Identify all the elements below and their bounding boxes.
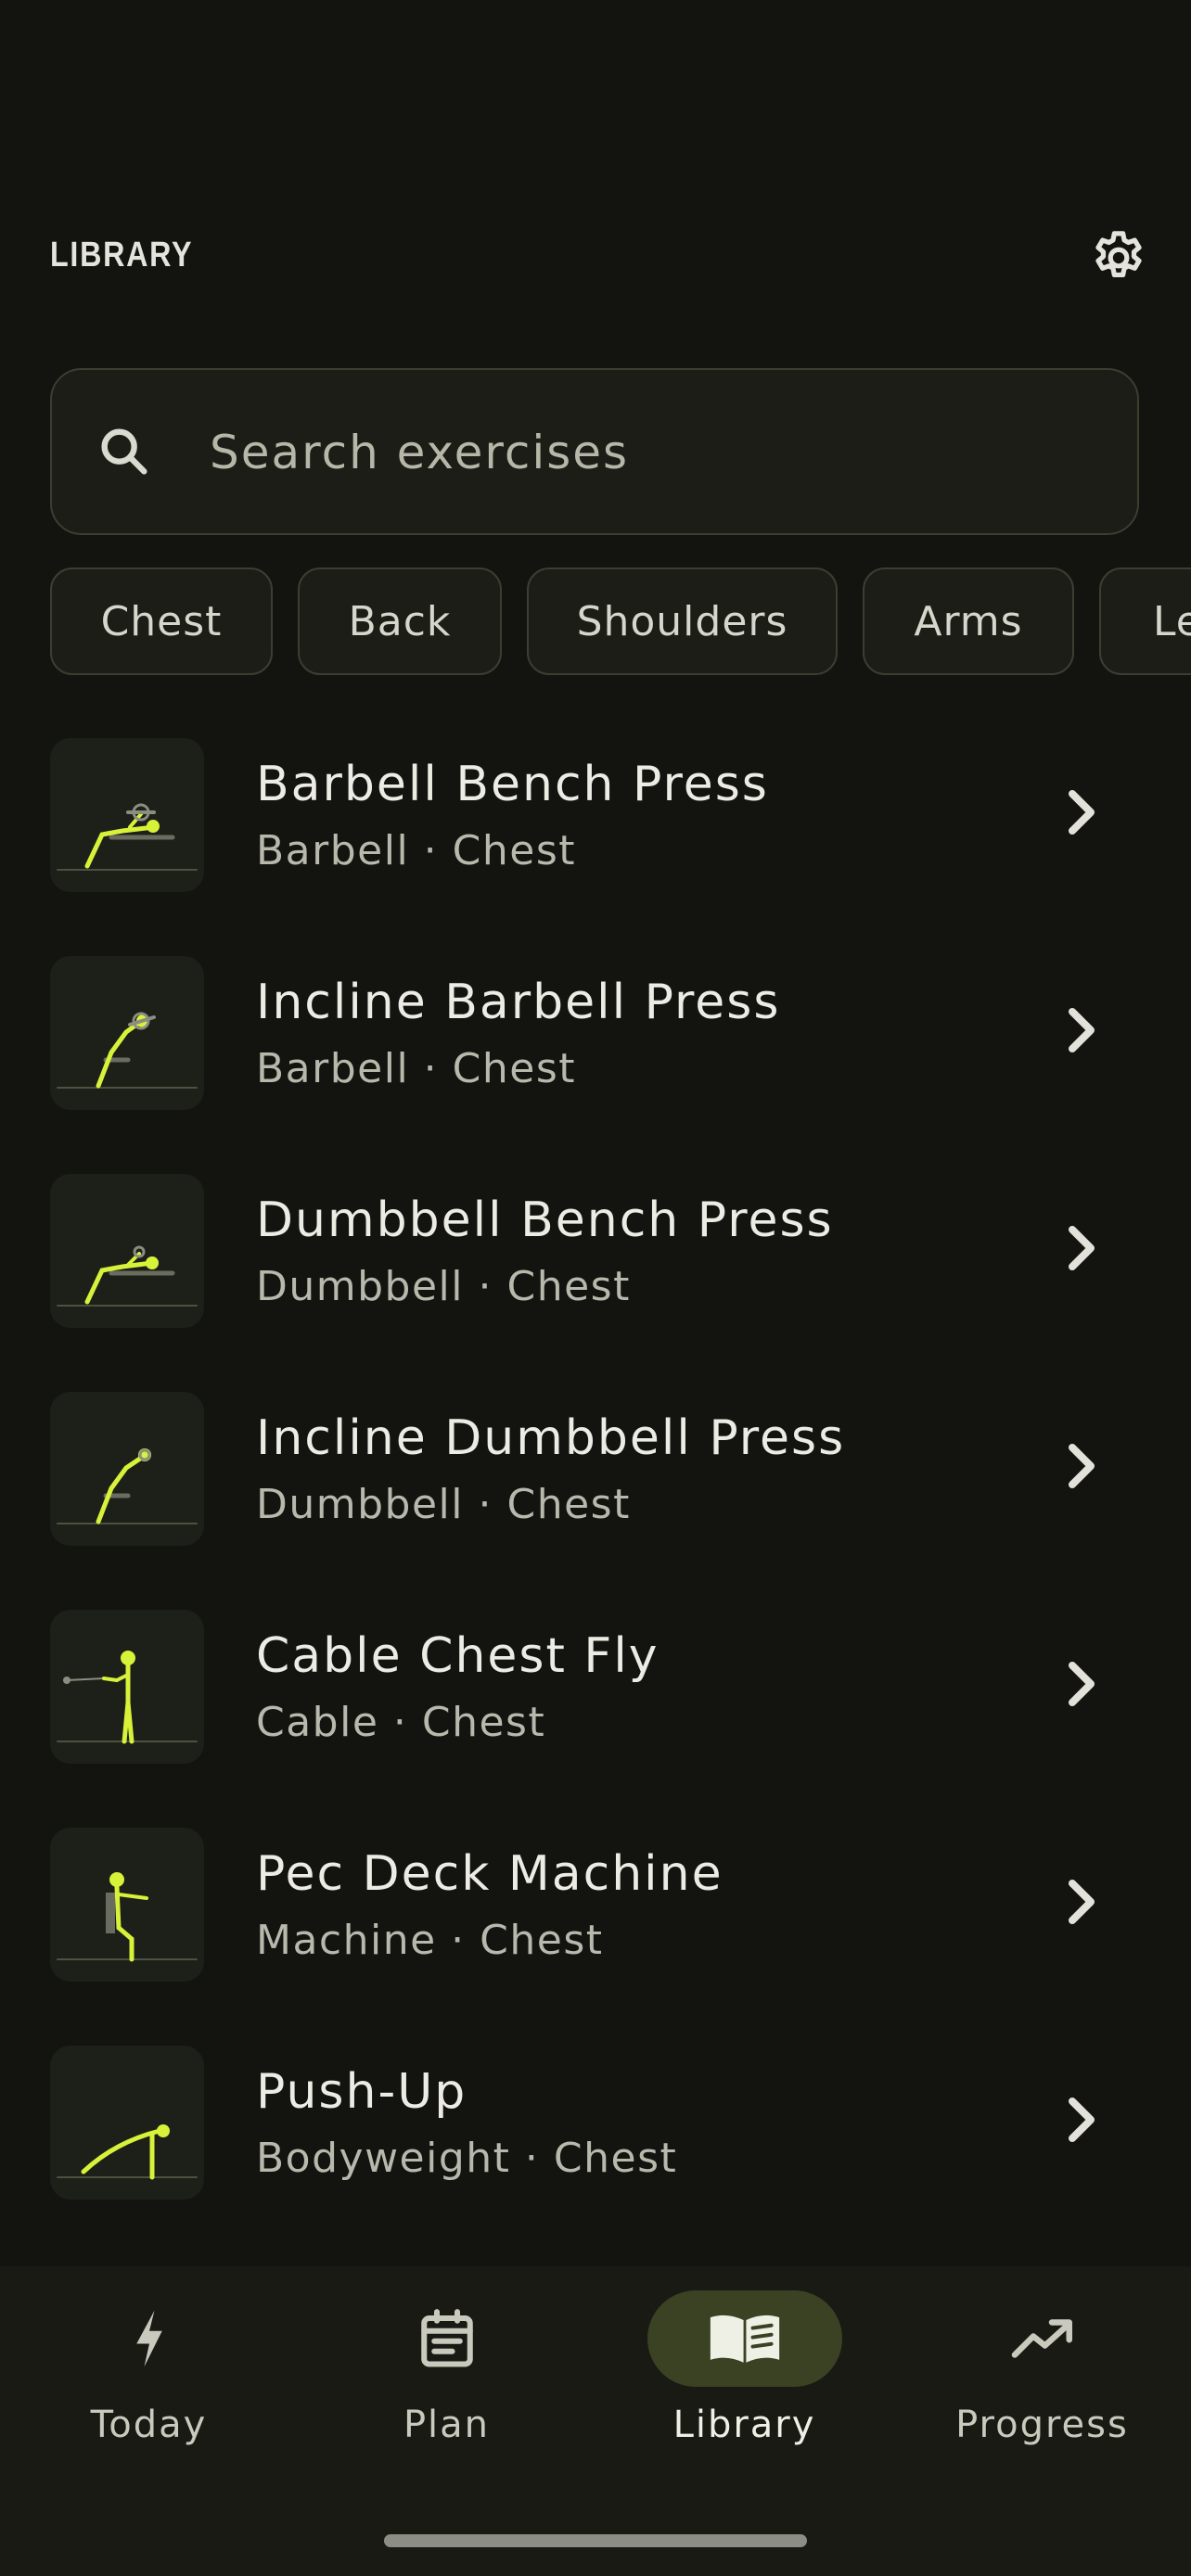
lightning-bolt-icon (135, 2310, 162, 2367)
exercise-name: Incline Dumbbell Press (256, 1410, 846, 1466)
nav-label: Plan (403, 2404, 491, 2446)
filter-chip-legs[interactable]: Le (1099, 567, 1191, 675)
chevron-right-icon (1069, 1444, 1095, 1488)
chevron-right-icon (1069, 1008, 1095, 1052)
exercise-name: Cable Chest Fly (256, 1628, 660, 1684)
chevron-right-icon (1069, 1880, 1095, 1924)
nav-item-plan[interactable]: Plan (298, 2266, 596, 2452)
filter-chip-chest[interactable]: Chest (50, 567, 273, 675)
nav-active-indicator (647, 2290, 842, 2387)
exercise-list-item[interactable]: Push-Up Bodyweight · Chest (0, 2046, 1191, 2213)
exercise-list-item[interactable]: Incline Dumbbell Press Dumbbell · Chest (0, 1392, 1191, 1559)
nav-item-today[interactable]: Today (0, 2266, 298, 2452)
exercise-name: Dumbbell Bench Press (256, 1192, 834, 1248)
exercise-meta: Barbell · Chest (256, 1045, 577, 1092)
filter-chip-shoulders[interactable]: Shoulders (527, 567, 838, 675)
nav-label: Library (672, 2404, 816, 2446)
exercise-meta: Machine · Chest (256, 1917, 604, 1964)
exercise-thumbnail (50, 1610, 204, 1764)
exercise-thumbnail (50, 1174, 204, 1328)
exercise-meta: Dumbbell · Chest (256, 1263, 631, 1310)
filter-chip-row: Chest Back Shoulders Arms Le (0, 567, 1191, 677)
home-indicator[interactable] (384, 2534, 807, 2547)
exercise-name: Pec Deck Machine (256, 1846, 724, 1902)
chevron-right-icon (1069, 1662, 1095, 1706)
search-icon (101, 428, 147, 475)
chevron-right-icon (1069, 790, 1095, 835)
exercise-list-item[interactable]: Incline Barbell Press Barbell · Chest (0, 956, 1191, 1123)
exercise-meta: Dumbbell · Chest (256, 1481, 631, 1528)
gear-icon (1095, 231, 1142, 278)
search-input[interactable] (208, 370, 1109, 535)
exercise-meta: Bodyweight · Chest (256, 2135, 678, 2182)
filter-chip-arms[interactable]: Arms (863, 567, 1074, 675)
page-title: LIBRARY (50, 236, 194, 274)
exercise-list-item[interactable]: Dumbbell Bench Press Dumbbell · Chest (0, 1174, 1191, 1341)
settings-button[interactable] (1082, 224, 1156, 291)
exercise-thumbnail (50, 2046, 204, 2200)
exercise-name: Incline Barbell Press (256, 975, 781, 1030)
exercise-meta: Cable · Chest (256, 1699, 546, 1746)
nav-icon-container (52, 2290, 247, 2387)
chevron-right-icon (1069, 1226, 1095, 1270)
filter-chip-back[interactable]: Back (298, 567, 502, 675)
exercise-name: Push-Up (256, 2064, 467, 2120)
calendar-icon (420, 2309, 473, 2367)
exercise-thumbnail (50, 738, 204, 892)
exercise-list-item[interactable]: Pec Deck Machine Machine · Chest (0, 1828, 1191, 1995)
nav-icon-container (350, 2290, 544, 2387)
exercise-meta: Barbell · Chest (256, 827, 577, 874)
exercise-thumbnail (50, 956, 204, 1110)
nav-label: Progress (955, 2404, 1129, 2446)
exercise-list-item[interactable]: Cable Chest Fly Cable · Chest (0, 1610, 1191, 1777)
book-icon (710, 2315, 779, 2363)
nav-item-library[interactable]: Library (596, 2266, 893, 2452)
chevron-right-icon (1069, 2098, 1095, 2142)
exercise-list-item[interactable]: Barbell Bench Press Barbell · Chest (0, 738, 1191, 905)
exercise-thumbnail (50, 1392, 204, 1546)
exercise-thumbnail (50, 1828, 204, 1982)
bottom-nav-bar: Today Plan Library Progress (0, 2266, 1191, 2576)
trending-up-icon (1011, 2319, 1072, 2358)
nav-item-progress[interactable]: Progress (893, 2266, 1191, 2452)
nav-icon-container (945, 2290, 1140, 2387)
nav-label: Today (90, 2404, 208, 2446)
exercise-name: Barbell Bench Press (256, 757, 769, 812)
search-bar[interactable] (50, 368, 1139, 535)
